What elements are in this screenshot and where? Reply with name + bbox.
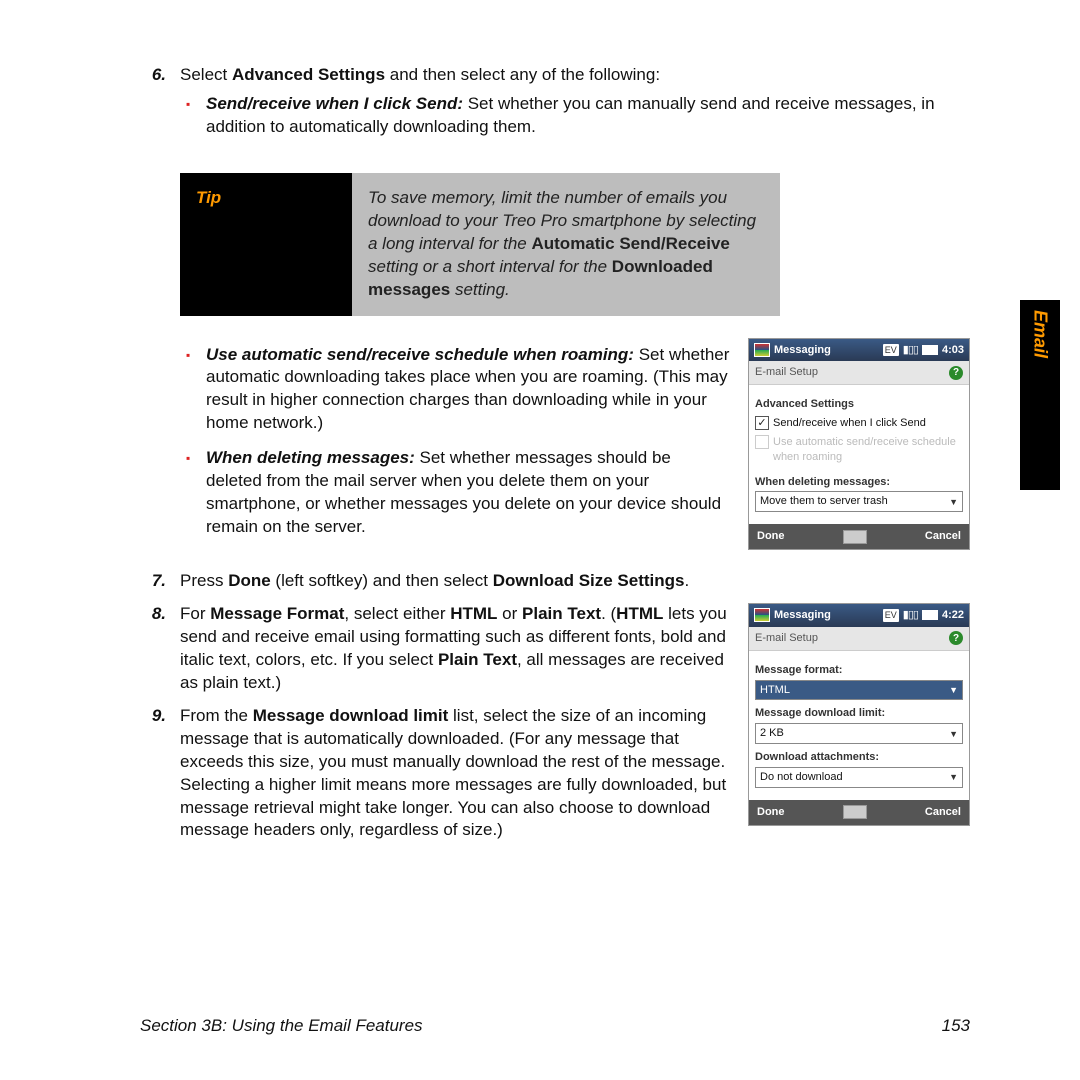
ev-indicator: EV [883,344,899,356]
help-icon[interactable]: ? [949,631,963,645]
message-format-select[interactable]: HTML ▼ [755,680,963,701]
keyboard-icon[interactable] [843,805,867,819]
step-7: 7. Press Done (left softkey) and then se… [140,570,970,593]
step-number: 9. [140,705,166,728]
done-softkey[interactable]: Done [757,529,785,544]
ss-header: E-mail Setup ? [749,627,969,651]
checkbox-icon [755,435,769,449]
step-number: 8. [140,603,166,626]
clock: 4:22 [942,608,964,623]
download-limit-select[interactable]: 2 KB ▼ [755,723,963,744]
field-label: Message download limit: [755,706,963,721]
ev-indicator: EV [883,609,899,621]
step-6: 6. Select Advanced Settings and then sel… [140,64,970,151]
tip-box: Tip To save memory, limit the number of … [180,173,780,316]
field-label: When deleting messages: [755,475,963,490]
ss-title: Messaging [774,343,879,358]
step-8: 8. For Message Format, select either HTM… [140,603,730,695]
step-number: 7. [140,570,166,593]
start-icon [754,343,770,357]
ss-titlebar: Messaging EV ▮▯▯ 4:03 [749,339,969,362]
sub-list: Use automatic send/receive schedule when… [180,344,730,540]
ss-body: Advanced Settings ✓ Send/receive when I … [749,385,969,524]
softkey-bar: Done Cancel [749,800,969,825]
tip-label: Tip [180,173,352,316]
chevron-down-icon: ▼ [949,684,958,696]
keyboard-icon[interactable] [843,530,867,544]
step-number: 6. [140,64,166,87]
softkey-bar: Done Cancel [749,524,969,549]
sub-item: Send/receive when I click Send: Set whet… [180,93,970,139]
ss-title: Messaging [774,608,879,623]
ss-body: Message format: HTML ▼ Message download … [749,651,969,800]
clock: 4:03 [942,343,964,358]
ss-header: E-mail Setup ? [749,361,969,385]
chevron-down-icon: ▼ [949,771,958,783]
section-title: Section 3B: Using the Email Features [140,1015,423,1038]
signal-icon: ▮▯▯ [903,343,918,358]
step-list: 6. Select Advanced Settings and then sel… [140,64,970,151]
sub-item: Use automatic send/receive schedule when… [180,344,730,436]
checkbox-send-receive[interactable]: ✓ Send/receive when I click Send [755,416,963,431]
battery-icon [922,610,938,620]
ss-titlebar: Messaging EV ▮▯▯ 4:22 [749,604,969,627]
help-icon[interactable]: ? [949,366,963,380]
sub-list: Send/receive when I click Send: Set whet… [180,93,970,139]
field-label: Message format: [755,663,963,678]
tip-body: To save memory, limit the number of emai… [352,173,780,316]
section-tab: Email [1020,300,1060,490]
step-body: Select Advanced Settings and then select… [180,64,970,151]
battery-icon [922,345,938,355]
checkbox-icon: ✓ [755,416,769,430]
document-page: Email 6. Select Advanced Settings and th… [0,0,1080,1080]
checkbox-roaming[interactable]: Use automatic send/receive schedule when… [755,435,963,465]
delete-option-select[interactable]: Move them to server trash ▼ [755,491,963,512]
section-tab-label: Email [1020,300,1060,368]
page-number: 153 [942,1015,970,1038]
step-list: 7. Press Done (left softkey) and then se… [140,570,970,593]
text-column: 8. For Message Format, select either HTM… [140,603,730,852]
start-icon [754,608,770,622]
content-row-2: 8. For Message Format, select either HTM… [140,603,970,852]
page-footer: Section 3B: Using the Email Features 153 [140,1015,970,1038]
chevron-down-icon: ▼ [949,728,958,740]
field-label: Download attachments: [755,750,963,765]
text-column: Use automatic send/receive schedule when… [140,338,730,552]
attachments-select[interactable]: Do not download ▼ [755,767,963,788]
screenshot-advanced-settings: Messaging EV ▮▯▯ 4:03 E-mail Setup ? Adv… [748,338,970,551]
signal-icon: ▮▯▯ [903,608,918,623]
cancel-softkey[interactable]: Cancel [925,805,961,820]
done-softkey[interactable]: Done [757,805,785,820]
step-list: 8. For Message Format, select either HTM… [140,603,730,842]
sub-item: When deleting messages: Set whether mess… [180,447,730,539]
content-row-1: Use automatic send/receive schedule when… [140,338,970,571]
cancel-softkey[interactable]: Cancel [925,529,961,544]
chevron-down-icon: ▼ [949,496,958,508]
step-9: 9. From the Message download limit list,… [140,705,730,843]
screenshot-download-size: Messaging EV ▮▯▯ 4:22 E-mail Setup ? Mes… [748,603,970,826]
section-heading: Advanced Settings [755,397,963,412]
